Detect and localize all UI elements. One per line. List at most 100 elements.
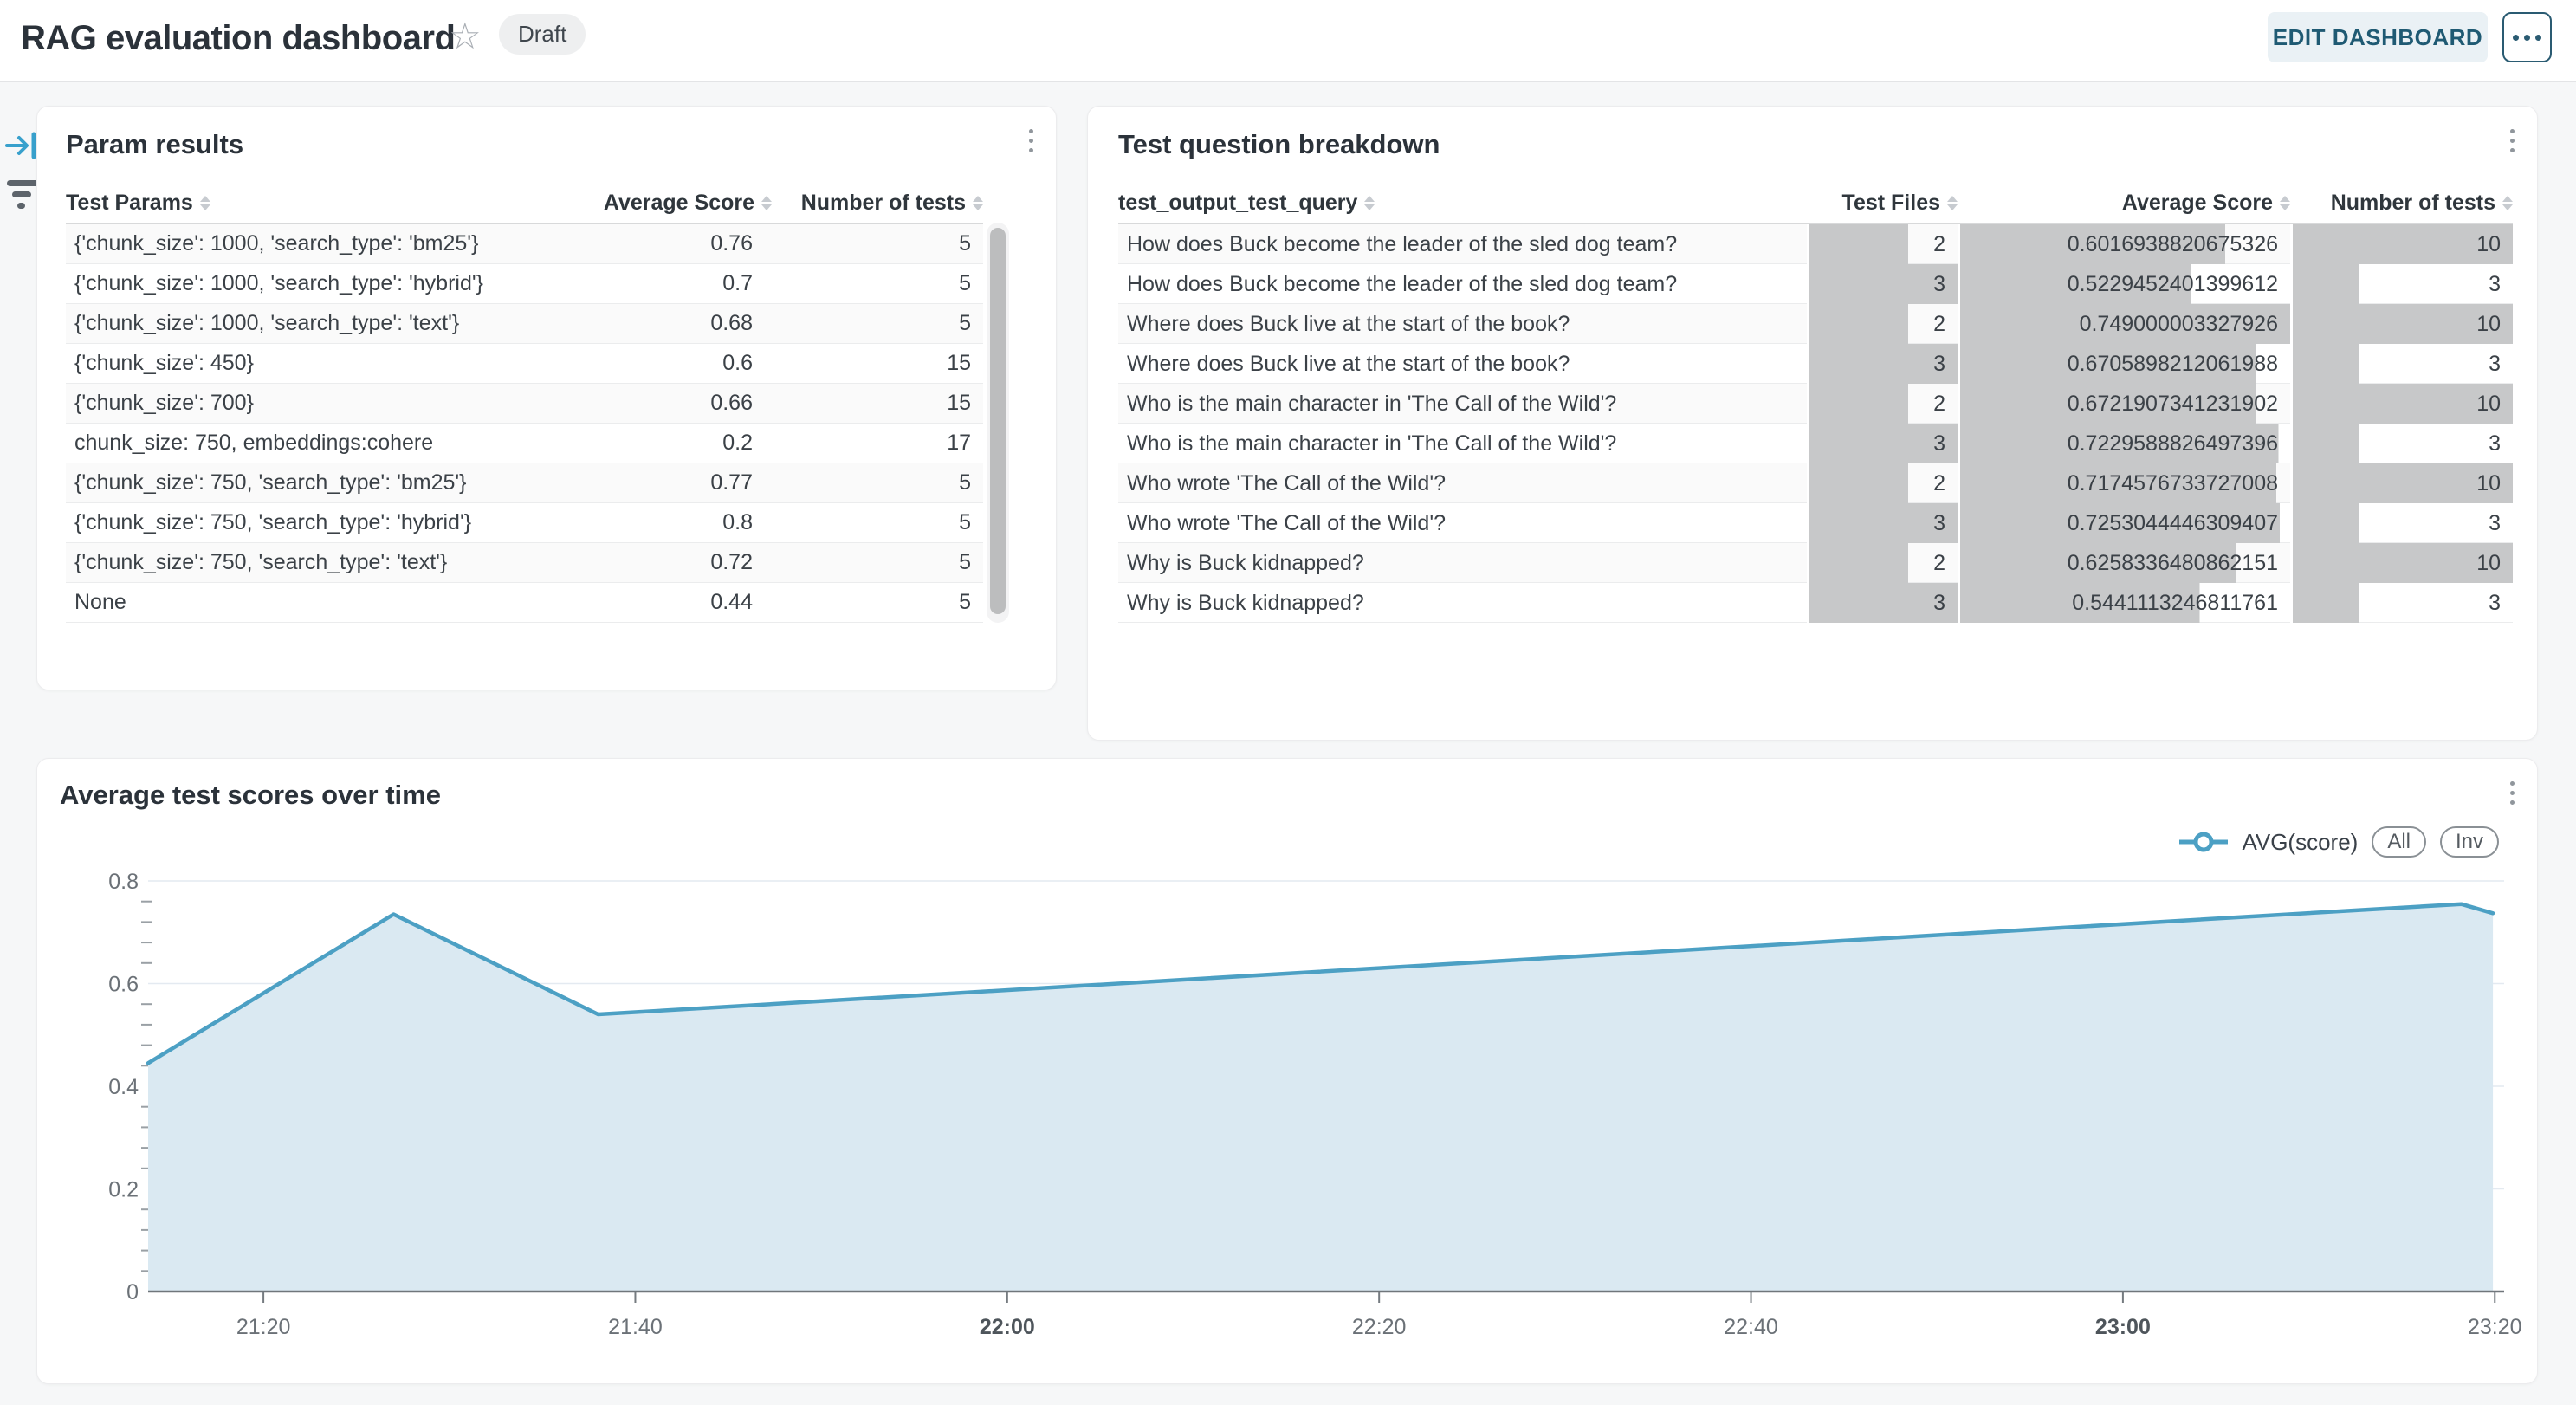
cell-average-score: 0.77 — [555, 470, 772, 495]
column-header-number-of-tests[interactable]: Number of tests — [772, 191, 983, 216]
table-row: Why is Buck kidnapped?20.625833648086215… — [1118, 543, 2513, 583]
cell-number-of-tests: 3 — [2290, 344, 2513, 384]
svg-text:22:00: 22:00 — [980, 1315, 1035, 1339]
cell-average-score: 0.7 — [555, 271, 772, 296]
kebab-dot — [2524, 35, 2530, 41]
column-header-number-of-tests[interactable]: Number of tests — [2290, 191, 2513, 216]
cell-query: How does Buck become the leader of the s… — [1118, 272, 1807, 297]
table-body: {'chunk_size': 1000, 'search_type': 'bm2… — [66, 224, 983, 623]
cell-average-score: 0.7174576733727008 — [1958, 463, 2290, 503]
card-menu-button[interactable] — [2503, 774, 2521, 812]
column-header-average-score[interactable]: Average Score — [555, 191, 772, 216]
cell-average-score: 0.68 — [555, 311, 772, 336]
area-chart-plot[interactable]: 00.20.40.60.821:2021:4022:0022:2022:4023… — [37, 871, 2539, 1365]
cell-test-files: 2 — [1807, 304, 1958, 344]
cell-average-score: 0.7229588826497396 — [1958, 424, 2290, 463]
cell-average-score: 0.6721907341231902 — [1958, 384, 2290, 424]
cell-number-of-tests: 5 — [772, 550, 983, 575]
svg-text:21:40: 21:40 — [608, 1315, 663, 1339]
cell-query: Who is the main character in 'The Call o… — [1118, 392, 1807, 417]
cell-number-of-tests: 3 — [2290, 503, 2513, 543]
card-menu-button[interactable] — [2503, 122, 2521, 159]
cell-average-score: 0.7253044446309407 — [1958, 503, 2290, 543]
cell-number-of-tests: 5 — [772, 231, 983, 256]
table-row: chunk_size: 750, embeddings:cohere0.217 — [66, 424, 983, 463]
cell-number-of-tests: 5 — [772, 470, 983, 495]
svg-text:0.6: 0.6 — [108, 973, 139, 997]
column-header-query[interactable]: test_output_test_query — [1118, 191, 1807, 216]
top-bar: RAG evaluation dashboard ☆ Draft EDIT DA… — [0, 0, 2576, 82]
cell-average-score: 0.5441113246811761 — [1958, 583, 2290, 623]
table-row: {'chunk_size': 1000, 'search_type': 'bm2… — [66, 224, 983, 264]
svg-text:22:20: 22:20 — [1352, 1315, 1407, 1339]
cell-test-params: {'chunk_size': 1000, 'search_type': 'bm2… — [66, 231, 555, 256]
favorite-star-icon[interactable]: ☆ — [449, 16, 482, 57]
svg-text:0.8: 0.8 — [108, 871, 139, 894]
cell-test-files: 2 — [1807, 463, 1958, 503]
cell-test-files: 3 — [1807, 344, 1958, 384]
cell-test-params: {'chunk_size': 750, 'search_type': 'text… — [66, 550, 555, 575]
table-row: Who is the main character in 'The Call o… — [1118, 384, 2513, 424]
sort-icon — [761, 196, 772, 210]
svg-text:21:20: 21:20 — [236, 1315, 291, 1339]
column-header-average-score[interactable]: Average Score — [1958, 191, 2290, 216]
collapse-sidebar-icon[interactable] — [5, 130, 40, 161]
cell-test-params: {'chunk_size': 750, 'search_type': 'hybr… — [66, 510, 555, 535]
cell-test-params: {'chunk_size': 450} — [66, 351, 555, 376]
table-row: {'chunk_size': 450}0.615 — [66, 344, 983, 384]
cell-test-params: {'chunk_size': 750, 'search_type': 'bm25… — [66, 470, 555, 495]
cell-number-of-tests: 5 — [772, 271, 983, 296]
cell-test-params: {'chunk_size': 700} — [66, 391, 555, 416]
sort-icon — [200, 196, 210, 210]
cell-average-score: 0.6258336480862151 — [1958, 543, 2290, 583]
status-badge: Draft — [499, 14, 586, 55]
cell-test-files: 2 — [1807, 384, 1958, 424]
cell-query: Why is Buck kidnapped? — [1118, 551, 1807, 576]
card-title: Test question breakdown — [1118, 129, 1440, 160]
cell-number-of-tests: 5 — [772, 510, 983, 535]
cell-number-of-tests: 10 — [2290, 463, 2513, 503]
card-title: Average test scores over time — [60, 780, 441, 811]
more-options-button[interactable] — [2502, 12, 2552, 62]
card-menu-button[interactable] — [1022, 122, 1040, 159]
legend-inv-button[interactable]: Inv — [2440, 826, 2499, 858]
table-row: Where does Buck live at the start of the… — [1118, 304, 2513, 344]
table-row: Who wrote 'The Call of the Wild'?20.7174… — [1118, 463, 2513, 503]
cell-number-of-tests: 3 — [2290, 424, 2513, 463]
cell-average-score: 0.749000003327926 — [1958, 304, 2290, 344]
table-row: {'chunk_size': 750, 'search_type': 'bm25… — [66, 463, 983, 503]
cell-number-of-tests: 10 — [2290, 224, 2513, 264]
cell-number-of-tests: 3 — [2290, 264, 2513, 304]
table-row: None0.445 — [66, 583, 983, 623]
cell-average-score: 0.6705898212061988 — [1958, 344, 2290, 384]
legend-all-button[interactable]: All — [2372, 826, 2426, 858]
cell-number-of-tests: 17 — [772, 431, 983, 456]
cell-query: Who wrote 'The Call of the Wild'? — [1118, 471, 1807, 496]
question-breakdown-card: Test question breakdown test_output_test… — [1087, 106, 2538, 741]
table-row: Why is Buck kidnapped?30.544111324681176… — [1118, 583, 2513, 623]
table-header-row: test_output_test_query Test Files Averag… — [1118, 183, 2513, 224]
cell-average-score: 0.8 — [555, 510, 772, 535]
svg-text:0: 0 — [126, 1280, 139, 1305]
sort-icon — [973, 196, 983, 210]
column-header-test-params[interactable]: Test Params — [66, 191, 555, 216]
legend-line-icon[interactable] — [2179, 831, 2228, 853]
cell-number-of-tests: 10 — [2290, 304, 2513, 344]
table-row: {'chunk_size': 1000, 'search_type': 'hyb… — [66, 264, 983, 304]
table-row: How does Buck become the leader of the s… — [1118, 224, 2513, 264]
cell-test-files: 2 — [1807, 543, 1958, 583]
cell-number-of-tests: 10 — [2290, 384, 2513, 424]
cell-query: Where does Buck live at the start of the… — [1118, 312, 1807, 337]
cell-number-of-tests: 15 — [772, 351, 983, 376]
cell-test-files: 3 — [1807, 583, 1958, 623]
column-header-test-files[interactable]: Test Files — [1807, 191, 1958, 216]
cell-number-of-tests: 10 — [2290, 543, 2513, 583]
cell-average-score: 0.6 — [555, 351, 772, 376]
page-title: RAG evaluation dashboard — [21, 19, 455, 58]
cell-query: Why is Buck kidnapped? — [1118, 591, 1807, 616]
svg-text:0.4: 0.4 — [108, 1075, 139, 1099]
chart-legend: AVG(score) All Inv — [2179, 826, 2499, 858]
edit-dashboard-button[interactable]: EDIT DASHBOARD — [2268, 12, 2488, 62]
table-scrollbar-thumb[interactable] — [990, 228, 1006, 614]
table-row: {'chunk_size': 750, 'search_type': 'text… — [66, 543, 983, 583]
